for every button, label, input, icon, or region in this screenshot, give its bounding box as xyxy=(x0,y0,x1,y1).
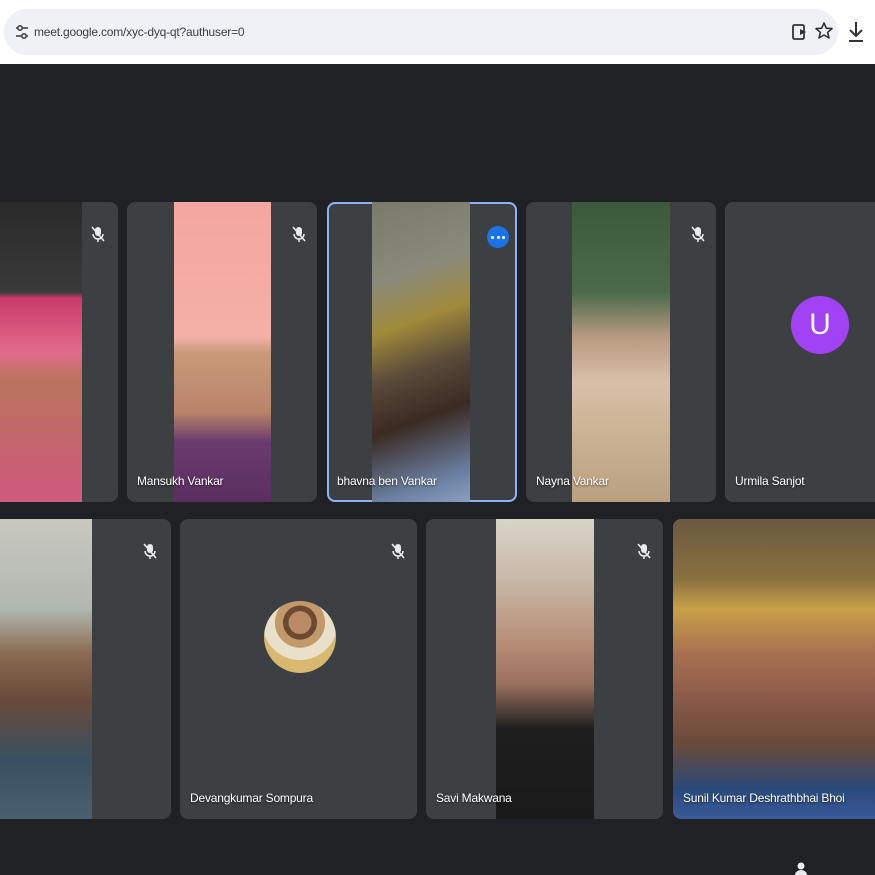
mic-off-icon xyxy=(391,543,405,559)
participant-tile-speaking[interactable]: bhavna ben Vankar xyxy=(327,202,517,502)
speaking-indicator-icon xyxy=(487,226,509,248)
url-text[interactable]: meet.google.com/xyc-dyq-qt?authuser=0 xyxy=(34,23,245,41)
participant-video xyxy=(174,202,271,502)
mic-off-icon xyxy=(292,226,306,242)
participant-tile[interactable] xyxy=(0,519,171,819)
participant-video xyxy=(572,202,670,502)
participant-tile[interactable]: Mansukh Vankar xyxy=(127,202,317,502)
browser-toolbar: meet.google.com/xyc-dyq-qt?authuser=0 xyxy=(0,0,875,64)
participant-name: Sunil Kumar Deshrathbhai Bhoi xyxy=(683,791,845,805)
mic-off-icon xyxy=(691,226,705,242)
participant-name: Savi Makwana xyxy=(436,791,512,805)
participant-tile[interactable]: Nayna Vankar xyxy=(526,202,716,502)
participant-name: bhavna ben Vankar xyxy=(337,474,437,488)
participant-video xyxy=(673,519,875,819)
person-icon xyxy=(795,862,807,875)
participant-tile[interactable] xyxy=(0,202,118,502)
participant-name: Mansukh Vankar xyxy=(137,474,224,488)
participant-tile[interactable]: Devangkumar Sompura xyxy=(180,519,417,819)
participant-video xyxy=(0,202,82,502)
install-icon[interactable] xyxy=(791,23,809,41)
participant-name: Devangkumar Sompura xyxy=(190,791,313,805)
participant-name: Nayna Vankar xyxy=(536,474,609,488)
participant-video xyxy=(372,202,470,502)
address-bar[interactable]: meet.google.com/xyc-dyq-qt?authuser=0 xyxy=(4,9,838,55)
participant-tile[interactable]: Savi Makwana xyxy=(426,519,663,819)
star-icon[interactable] xyxy=(814,21,834,41)
participant-tile[interactable]: Sunil Kumar Deshrathbhai Bhoi xyxy=(673,519,875,819)
download-icon[interactable] xyxy=(846,20,866,44)
participant-name: Urmila Sanjot xyxy=(735,474,805,488)
avatar xyxy=(264,601,336,673)
mic-off-icon xyxy=(143,543,157,559)
participant-video xyxy=(496,519,594,819)
tune-icon[interactable] xyxy=(14,23,30,41)
avatar: U xyxy=(791,296,849,354)
participant-video xyxy=(0,519,92,819)
mic-off-icon xyxy=(637,543,651,559)
mic-off-icon xyxy=(91,226,105,242)
participant-tile[interactable]: U Urmila Sanjot xyxy=(725,202,875,502)
